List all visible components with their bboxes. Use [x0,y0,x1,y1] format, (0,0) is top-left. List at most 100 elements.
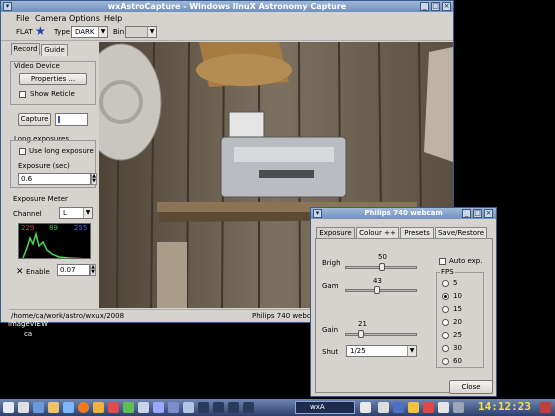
logout-icon[interactable] [540,402,551,413]
fps-option-label: 25 [453,331,462,339]
settings-icon[interactable] [168,402,179,413]
gain-slider-track [345,333,417,336]
tray-bluetooth-icon[interactable] [393,402,404,413]
enable-spinner-icon[interactable]: ▲ ▼ [90,264,96,276]
fps-option-label: 5 [453,279,458,287]
taskbar: wxA 14:12:23 [0,399,555,416]
close-icon[interactable]: × [442,2,451,11]
gain-label: Gain [322,326,339,334]
use-long-exposure-checkbox[interactable] [19,148,26,155]
fps-radio-5[interactable] [442,280,449,287]
gamma-slider-track [345,289,417,292]
fps-option-label: 20 [453,318,462,326]
auto-exp-checkbox[interactable] [439,258,446,265]
maximize-icon[interactable]: □ [431,2,440,11]
menu-camera[interactable]: Camera [35,14,66,23]
office-icon[interactable] [108,402,119,413]
fps-radio-10[interactable] [442,293,449,300]
chevron-down-icon: ▼ [83,208,92,218]
desktop-1-icon[interactable] [198,402,209,413]
fps-radio-30[interactable] [442,345,449,352]
channel-dropdown[interactable]: L ▼ [59,207,93,219]
network-icon[interactable] [63,402,74,413]
mail-icon[interactable] [93,402,104,413]
enable-value-input[interactable]: 0.07 [57,264,90,276]
gamma-value: 43 [373,277,382,285]
calc-icon[interactable] [123,402,134,413]
dialog-maximize-icon[interactable]: □ [473,209,482,218]
desktop-2-icon[interactable] [213,402,224,413]
enable-value: 0.07 [60,266,76,274]
exposure-meter-title: Exposure Meter [12,195,69,203]
tray-network-icon[interactable] [453,402,464,413]
menu-file[interactable]: File [16,14,29,23]
tray-notify-icon[interactable] [408,402,419,413]
bin-label: Bin [113,28,125,36]
gain-value: 21 [358,320,367,328]
properties-button[interactable]: Properties ... [19,73,87,85]
histogram-plot [22,231,85,258]
brightness-label: Brigh [322,259,341,267]
trash-icon[interactable] [18,402,29,413]
tab-record[interactable]: Record [11,43,40,55]
histogram: 229 89 255 [18,223,91,259]
editor-icon[interactable] [153,402,164,413]
video-device-title: Video Device [13,62,61,70]
shutter-value: 1/25 [350,347,366,355]
fps-radio-60[interactable] [442,358,449,365]
dialog-minimize-icon[interactable]: _ [462,209,471,218]
channel-value: L [63,209,67,217]
shutter-dropdown[interactable]: 1/25 ▼ [346,345,417,357]
type-dropdown[interactable]: DARK ▼ [71,26,108,38]
exposure-sec-input[interactable]: 0.6 [18,173,91,185]
gamma-label: Gam [322,282,339,290]
capture-button[interactable]: Capture [18,113,51,126]
channel-label: Channel [13,210,42,218]
fps-radio-20[interactable] [442,319,449,326]
file-manager-icon[interactable] [33,402,44,413]
exposure-spinner-icon[interactable]: ▲ ▼ [91,173,97,185]
terminal-icon[interactable] [138,402,149,413]
fps-radio-15[interactable] [442,306,449,313]
tray-volume-icon[interactable] [438,402,449,413]
tray-alert-icon[interactable] [423,402,434,413]
fps-option-label: 15 [453,305,462,313]
left-panel: Record Guide Video Device Properties ...… [9,42,97,308]
start-icon[interactable] [3,402,14,413]
chat-icon[interactable] [183,402,194,413]
desktop-4-icon[interactable] [243,402,254,413]
brightness-slider-thumb[interactable] [379,263,385,271]
window-menu-icon[interactable]: ▾ [3,2,12,11]
window-title: wxAstroCapture - Windows linuX Astronomy… [1,1,453,12]
exposure-sec-label: Exposure (sec) [18,162,70,170]
gamma-slider-thumb[interactable] [374,286,380,294]
firefox-icon[interactable] [78,402,89,413]
menubar: File Camera Options Help [1,13,453,24]
home-icon[interactable] [48,402,59,413]
show-reticle-checkbox[interactable] [19,91,26,98]
capture-field[interactable] [55,113,88,126]
tab-guide[interactable]: Guide [41,44,68,56]
bin-dropdown[interactable]: ▼ [125,26,157,38]
fps-radio-25[interactable] [442,332,449,339]
use-long-exposure-label: Use long exposure [29,147,94,155]
task-wxastrocapture[interactable]: wxA [295,401,355,414]
tray-display-icon[interactable] [378,402,389,413]
gain-slider-thumb[interactable] [358,330,364,338]
menu-options[interactable]: Options [69,14,100,23]
desktop-3-icon[interactable] [228,402,239,413]
enable-x-icon[interactable]: ✕ [16,267,24,277]
desktop-icon-label[interactable]: imageVIEW [8,320,48,328]
fps-title: FPS [440,268,455,276]
minimize-icon[interactable]: _ [420,2,429,11]
task-label: wxA [310,403,325,411]
show-reticle-label: Show Reticle [30,90,75,98]
tray-app-icon[interactable] [360,402,371,413]
dialog-menu-icon[interactable]: ▾ [313,209,322,218]
menu-help[interactable]: Help [104,14,122,23]
auto-exp-label: Auto exp. [449,257,483,265]
dialog-close-icon[interactable]: × [484,209,493,218]
flat-label: FLAT [16,28,33,36]
star-icon[interactable]: ★ [35,24,46,38]
close-button[interactable]: Close [449,380,493,394]
